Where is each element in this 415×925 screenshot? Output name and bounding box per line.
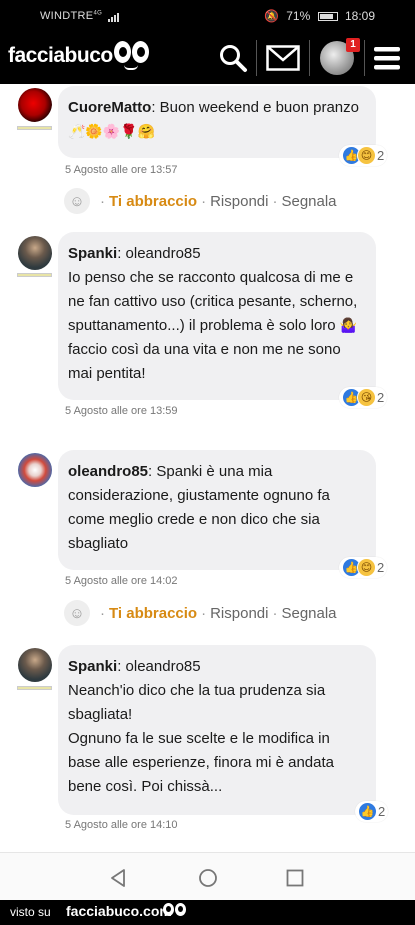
reactions[interactable]: 👍 2 [355,801,389,822]
user-level-bar [17,686,52,690]
comment-author[interactable]: Spanki [68,245,117,262]
report-button[interactable]: Segnala [281,605,336,622]
battery-icon [317,12,338,22]
comment-actions: ☺ · Ti abbraccio · Rispondi · Segnala [64,600,337,626]
comment-emojis: 🥂🌼🌸🌹🤗 [68,124,156,140]
reaction-face-icon: 😊 [357,146,376,165]
header-divider [256,40,257,76]
status-right: 🔕 71% 18:09 [260,9,375,23]
reaction-count: 2 [377,560,385,575]
app-logo[interactable]: facciabuco [8,44,113,68]
reaction-count: 2 [377,390,385,405]
comment-text: Buon weekend e buon pranzo [159,99,359,116]
hug-button[interactable]: Ti abbraccio [109,605,197,622]
comment-author[interactable]: oleandro85 [68,463,148,480]
comment-bubble: CuoreMatto: Buon weekend e buon pranzo 🥂… [58,86,376,158]
back-icon[interactable] [107,867,129,889]
comment-text-continued: faccio così da una vita e non me ne sono… [68,341,341,382]
battery-percent: 71% [286,9,311,23]
comment-bubble: Spanki: oleandro85 Neanch'io dico che la… [58,645,376,815]
mail-icon[interactable] [263,40,303,76]
notification-badge: 1 [346,38,360,52]
header-divider [309,40,310,76]
reaction-face-icon: 😘 [357,388,376,407]
logo-eyes-icon [163,903,187,921]
reply-mention[interactable]: oleandro85 [126,245,201,262]
avatar[interactable] [18,236,52,270]
avatar[interactable] [18,88,52,122]
comment-timestamp: 5 Agosto alle ore 14:02 [65,575,178,587]
comment-bubble: oleandro85: Spanki è una mia considerazi… [58,450,376,570]
thumbs-up-icon: 👍 [358,802,377,821]
footer-watermark: visto su facciabuco.com [0,900,415,925]
recents-icon[interactable] [284,867,306,889]
reaction-face-icon: 😊 [357,558,376,577]
reply-button[interactable]: Rispondi [210,193,268,210]
comment-timestamp: 5 Agosto alle ore 14:10 [65,819,178,831]
comment-bubble: Spanki: oleandro85 Io penso che se racco… [58,232,376,400]
clock: 18:09 [344,9,375,23]
comment-text: Io penso che se racconto qualcosa di me … [68,269,358,334]
footer-brand: facciabuco.com [66,903,172,919]
reactions[interactable]: 👍 😘 2 [339,387,388,408]
avatar[interactable] [18,648,52,682]
home-icon[interactable] [197,867,219,889]
reactions[interactable]: 👍 😊 2 [339,145,388,166]
carrier-label: WINDTRE4G [40,10,120,22]
comment-timestamp: 5 Agosto alle ore 13:59 [65,405,178,417]
comment-text: Neanch'io dico che la tua prudenza sia s… [68,682,326,723]
hug-button[interactable]: Ti abbraccio [109,193,197,210]
footer-prefix: visto su [10,905,51,919]
shrug-emoji: 🤷‍♀️ [339,318,358,334]
comment-text-continued: Ognuno fa le sue scelte e le modifica in… [68,730,335,795]
comment-author[interactable]: Spanki [68,658,117,675]
smiley-icon[interactable]: ☺ [64,188,90,214]
mute-icon: 🔕 [263,9,279,23]
logo-eyes-icon [114,41,152,73]
reactions[interactable]: 👍 😊 2 [339,557,388,578]
reaction-count: 2 [378,804,386,819]
header-divider [364,40,365,76]
avatar[interactable] [18,453,52,487]
status-bar: WINDTRE4G 🔕 71% 18:09 [0,0,415,32]
menu-icon[interactable] [367,40,407,76]
smiley-icon[interactable]: ☺ [64,600,90,626]
reaction-count: 2 [377,148,385,163]
app-header: facciabuco 1 [0,32,415,84]
signal-icon [108,10,120,22]
comment-timestamp: 5 Agosto alle ore 13:57 [65,164,178,176]
system-nav-bar [0,852,415,900]
report-button[interactable]: Segnala [281,193,336,210]
user-level-bar [17,126,52,130]
comment-author[interactable]: CuoreMatto [68,99,151,116]
comment-actions: ☺ · Ti abbraccio · Rispondi · Segnala [64,188,337,214]
search-icon[interactable] [213,40,253,76]
reply-mention[interactable]: oleandro85 [126,658,201,675]
user-level-bar [17,273,52,277]
reply-button[interactable]: Rispondi [210,605,268,622]
